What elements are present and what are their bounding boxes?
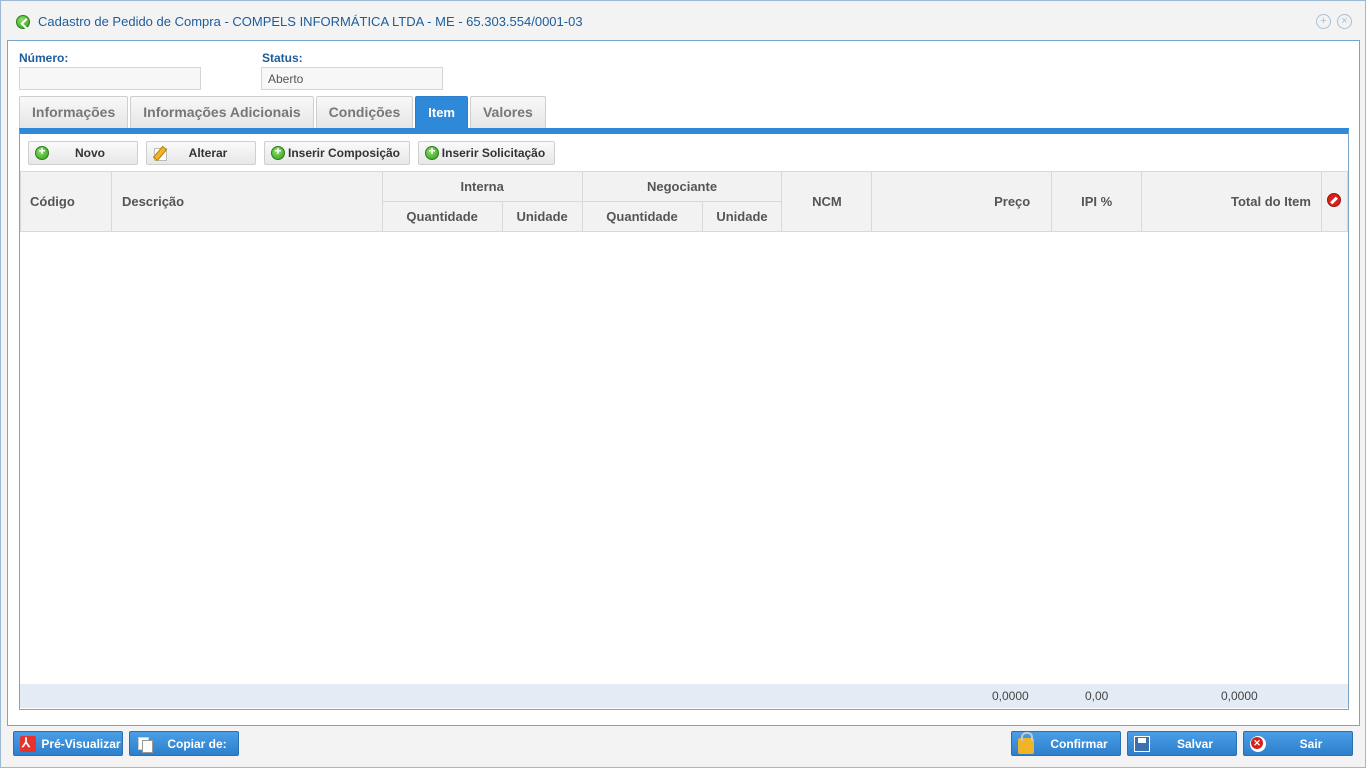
- content-area: Número: Status: Aberto Informações Infor…: [7, 40, 1360, 726]
- exit-button[interactable]: Sair: [1243, 731, 1353, 756]
- close-icon[interactable]: ×: [1337, 14, 1352, 29]
- header-ipi[interactable]: IPI %: [1051, 171, 1143, 232]
- tab-bar: Informações Informações Adicionais Condi…: [19, 96, 548, 128]
- lock-icon: [1018, 731, 1034, 754]
- preview-button[interactable]: Pré-Visualizar: [13, 731, 123, 756]
- tab-informacoes-adicionais[interactable]: Informações Adicionais: [130, 96, 314, 128]
- add-icon: [35, 144, 49, 160]
- maximize-icon[interactable]: +: [1316, 14, 1331, 29]
- save-icon: [1134, 735, 1150, 752]
- copy-icon: [136, 736, 153, 753]
- order-add-icon: [16, 15, 30, 29]
- inserir-composicao-button[interactable]: Inserir Composição: [264, 141, 410, 165]
- total-ipi: 0,00: [1085, 689, 1109, 703]
- table-body: [20, 232, 1348, 684]
- items-table: Código Descrição Interna Negociante NCM …: [20, 171, 1349, 232]
- status-field: Aberto: [261, 67, 443, 90]
- confirm-button[interactable]: Confirmar: [1011, 731, 1121, 756]
- copy-button[interactable]: Copiar de:: [129, 731, 239, 756]
- totals-row: 0,0000 0,00 0,0000: [20, 684, 1348, 708]
- title-bar: Cadastro de Pedido de Compra - COMPELS I…: [1, 1, 1365, 41]
- tab-informacoes[interactable]: Informações: [19, 96, 129, 128]
- numero-label: Número:: [19, 51, 69, 65]
- alterar-label: Alterar: [188, 146, 228, 160]
- novo-label: Novo: [75, 146, 105, 160]
- tab-condicoes[interactable]: Condições: [315, 96, 414, 128]
- header-negociante-unidade[interactable]: Unidade: [701, 201, 783, 232]
- save-button[interactable]: Salvar: [1127, 731, 1237, 756]
- preview-label: Pré-Visualizar: [41, 736, 121, 751]
- dialog-window: Cadastro de Pedido de Compra - COMPELS I…: [0, 0, 1366, 768]
- item-panel: Novo Alterar Inserir Composição Inserir …: [19, 128, 1349, 710]
- numero-field[interactable]: [19, 67, 201, 90]
- header-interna-unidade[interactable]: Unidade: [501, 201, 583, 232]
- novo-button[interactable]: Novo: [28, 141, 138, 165]
- header-codigo[interactable]: Código: [20, 171, 112, 232]
- header-negociante-quantidade[interactable]: Quantidade: [581, 201, 703, 232]
- header-descricao[interactable]: Descrição: [110, 171, 383, 232]
- total-preco: 0,0000: [992, 689, 1029, 703]
- exit-label: Sair: [1299, 736, 1323, 751]
- header-interna-quantidade[interactable]: Quantidade: [381, 201, 503, 232]
- header-preco[interactable]: Preço: [871, 171, 1053, 232]
- edit-icon: [153, 146, 167, 161]
- item-toolbar: Novo Alterar Inserir Composição Inserir …: [28, 141, 563, 165]
- copy-label: Copiar de:: [167, 736, 227, 751]
- delete-icon: [1327, 193, 1342, 207]
- header-ncm[interactable]: NCM: [781, 171, 873, 232]
- pdf-icon: [20, 735, 36, 752]
- confirm-label: Confirmar: [1050, 736, 1108, 751]
- header-interna: Interna: [381, 171, 583, 202]
- inserir-solicitacao-button[interactable]: Inserir Solicitação: [418, 141, 555, 165]
- tab-item[interactable]: Item: [415, 96, 468, 128]
- total-item: 0,0000: [1221, 689, 1258, 703]
- inserir-solicitacao-label: Inserir Solicitação: [441, 146, 546, 160]
- exit-icon: [1250, 735, 1266, 752]
- inserir-composicao-label: Inserir Composição: [287, 146, 401, 160]
- add-icon: [271, 144, 285, 160]
- header-total[interactable]: Total do Item: [1141, 171, 1322, 232]
- status-label: Status:: [262, 51, 303, 65]
- alterar-button[interactable]: Alterar: [146, 141, 256, 165]
- save-label: Salvar: [1176, 736, 1214, 751]
- add-icon: [425, 144, 439, 160]
- window-title: Cadastro de Pedido de Compra - COMPELS I…: [38, 14, 583, 29]
- header-delete: [1320, 171, 1349, 232]
- header-negociante: Negociante: [581, 171, 783, 202]
- tab-valores[interactable]: Valores: [469, 96, 546, 128]
